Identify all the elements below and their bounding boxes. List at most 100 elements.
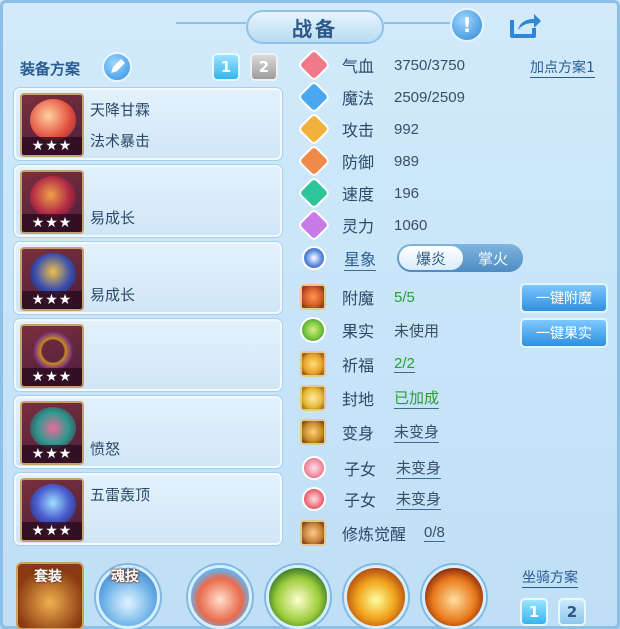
title-wing-right — [384, 22, 454, 24]
stat-name: 攻击 — [342, 121, 375, 140]
page-title: 战备 — [246, 10, 384, 44]
cultivation-icon — [300, 520, 326, 546]
fief-icon — [300, 385, 326, 411]
stat-name: 灵力 — [342, 217, 375, 236]
one-click-fruit-button[interactable]: 一键果实 — [520, 318, 608, 348]
blessing-icon — [300, 351, 326, 377]
star-option-other[interactable]: 掌火 — [465, 246, 521, 270]
stat-value: 2509/2509 — [394, 88, 465, 106]
equipment-name: 五雷轰顶 — [90, 486, 151, 504]
stat-row-attack: 攻击 992 — [297, 112, 420, 146]
attr-name: 祈福 — [342, 356, 375, 375]
belt-icon: ★★★ — [20, 401, 84, 465]
pencil-icon[interactable] — [102, 52, 132, 82]
armor-icon: ★★★ — [20, 247, 84, 311]
attr-value[interactable]: 0/8 — [424, 524, 445, 542]
attr-row-fruit: 果实 未使用 — [300, 316, 439, 344]
necklace-icon: ★★★ — [20, 324, 84, 388]
attr-row-blessing: 祈福 2/2 — [300, 350, 415, 378]
attr-row-enchant: 附魔 5/5 — [300, 283, 415, 311]
stat-name: 速度 — [342, 185, 375, 204]
equipment-slot-necklace[interactable]: ★★★ — [14, 319, 282, 391]
stat-name: 魔法 — [342, 89, 375, 108]
mana-icon — [297, 80, 331, 114]
equipment-effect: 易成长 — [90, 286, 136, 304]
share-icon[interactable] — [508, 8, 542, 42]
equipment-slot-belt[interactable]: ★★★ 愤怒 — [14, 396, 282, 468]
equipment-slot-boots[interactable]: ★★★ 五雷轰顶 — [14, 473, 282, 545]
attr-name: 附魔 — [342, 289, 375, 308]
stat-value: 992 — [394, 120, 420, 138]
fan-skill-icon[interactable] — [188, 565, 252, 629]
attr-name: 变身 — [342, 424, 375, 443]
set-button[interactable]: 套装 — [16, 562, 84, 629]
figure-skill-icon[interactable] — [266, 565, 330, 629]
attr-row-child-2: 子女 未变身 — [300, 485, 442, 513]
star-sign-label[interactable]: 星象 — [344, 246, 377, 271]
fruit-icon — [300, 317, 326, 343]
star-sign-toggle[interactable]: 爆炎 掌火 — [396, 243, 524, 273]
transform-icon — [300, 419, 326, 445]
fire-skill-icon[interactable] — [344, 565, 408, 629]
stat-row-mp: 魔法 2509/2509 — [297, 80, 465, 114]
equipment-effect: 易成长 — [90, 209, 136, 227]
stat-value: 989 — [394, 152, 420, 170]
child-icon — [302, 456, 326, 480]
attr-row-child-1: 子女 未变身 — [300, 454, 442, 482]
equipment-tab-2[interactable]: 2 — [250, 53, 278, 81]
equipment-slot-armor[interactable]: ★★★ 易成长 — [14, 242, 282, 314]
attr-value[interactable]: 2/2 — [394, 355, 415, 373]
equipment-name: 天降甘霖 — [90, 101, 151, 119]
stat-name: 气血 — [342, 57, 375, 76]
alert-icon[interactable]: ! — [450, 8, 484, 42]
attr-value[interactable]: 未变身 — [394, 421, 440, 443]
mount-plan-label[interactable]: 坐骑方案 — [522, 567, 578, 588]
sword-icon — [297, 112, 331, 146]
stat-row-speed: 速度 196 — [297, 176, 420, 210]
equipment-plan-label: 装备方案 — [20, 60, 81, 78]
equipment-tab-1[interactable]: 1 — [212, 53, 240, 81]
stat-value: 1060 — [394, 216, 428, 234]
speed-icon — [297, 176, 331, 210]
soul-skill-button[interactable]: 魂技 — [96, 565, 160, 629]
spirit-icon — [297, 208, 331, 242]
attr-value: 未使用 — [394, 322, 440, 340]
stat-row-hp: 气血 3750/3750 — [297, 48, 465, 82]
stat-row-spirit: 灵力 1060 — [297, 208, 428, 242]
attr-name: 果实 — [342, 322, 375, 341]
equipment-list: ★★★ 天降甘霖 法术暴击 ★★★ 易成长 ★★★ 易成长 ★★★ ★★★ 愤怒 — [14, 88, 282, 550]
heart-icon — [297, 48, 331, 82]
stat-value: 3750/3750 — [394, 56, 465, 74]
shield-icon — [297, 144, 331, 178]
attr-value[interactable]: 已加成 — [394, 387, 440, 409]
stat-name: 防御 — [342, 153, 375, 172]
attr-value[interactable]: 未变身 — [396, 457, 442, 479]
attr-row-cultivation: 修炼觉醒 0/8 — [300, 519, 445, 547]
stat-row-defense: 防御 989 — [297, 144, 420, 178]
attr-value: 5/5 — [394, 288, 415, 306]
title-wing-left — [176, 22, 246, 24]
equipment-slot-helmet[interactable]: ★★★ 易成长 — [14, 165, 282, 237]
attr-row-fief: 封地 已加成 — [300, 384, 440, 412]
attr-name: 修炼觉醒 — [342, 525, 407, 544]
attr-name: 子女 — [344, 460, 377, 479]
equipment-effect: 愤怒 — [90, 440, 121, 458]
enchant-icon — [300, 284, 326, 310]
beast-skill-icon[interactable] — [422, 565, 486, 629]
mount-tab-2[interactable]: 2 — [558, 598, 586, 626]
helmet-icon: ★★★ — [20, 170, 84, 234]
attr-value[interactable]: 未变身 — [396, 488, 442, 510]
scroll-brush-icon: ★★★ — [20, 93, 84, 157]
attr-row-transform: 变身 未变身 — [300, 418, 440, 446]
stat-value: 196 — [394, 184, 420, 202]
star-sign-icon — [302, 246, 326, 270]
one-click-enchant-button[interactable]: 一键附魔 — [520, 283, 608, 313]
star-sign-row: 星象 — [300, 244, 377, 272]
equipment-effect: 法术暴击 — [90, 132, 151, 150]
boots-icon: ★★★ — [20, 478, 84, 542]
star-option-selected[interactable]: 爆炎 — [399, 246, 463, 270]
mount-tab-1[interactable]: 1 — [520, 598, 548, 626]
equipment-slot-weapon[interactable]: ★★★ 天降甘霖 法术暴击 — [14, 88, 282, 160]
add-point-plan-link[interactable]: 加点方案1 — [530, 57, 595, 78]
child-icon — [302, 487, 326, 511]
